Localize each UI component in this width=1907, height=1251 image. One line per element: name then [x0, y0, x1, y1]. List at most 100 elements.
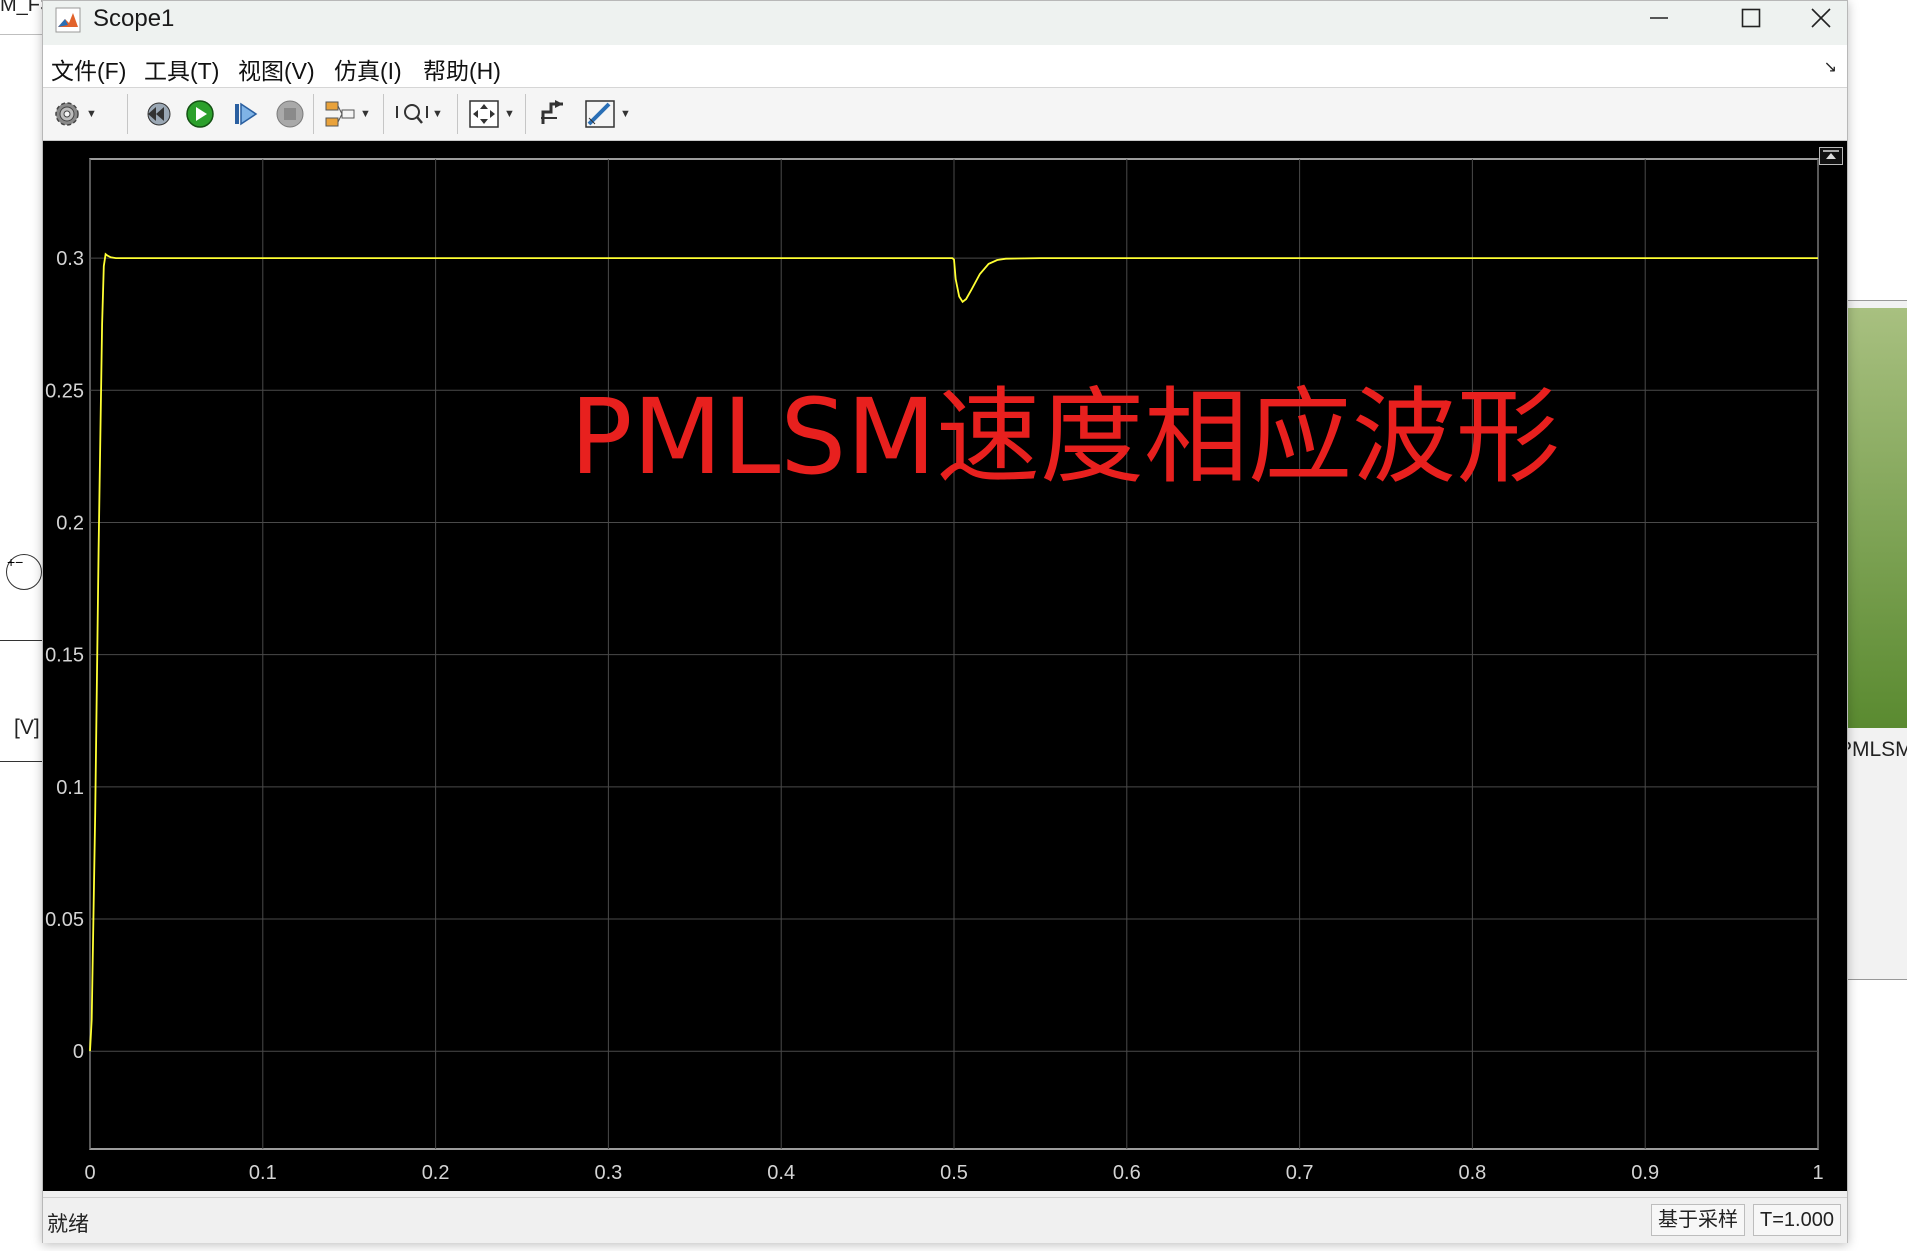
- x-tick-label: 0.7: [1286, 1162, 1314, 1184]
- title-bar[interactable]: Scope1: [43, 1, 1847, 45]
- data-point: [124, 258, 125, 259]
- data-point: [1645, 258, 1646, 259]
- data-point: [103, 265, 104, 266]
- step-forward-icon: [235, 102, 258, 126]
- x-tick-label: 0.6: [1113, 1162, 1141, 1184]
- data-point: [965, 299, 966, 300]
- settings-icon: [55, 102, 79, 126]
- data-point: [1299, 258, 1300, 259]
- zoom-icon: [396, 104, 428, 124]
- x-tick-label: 0: [84, 1162, 95, 1184]
- y-tick-label: 0.25: [45, 380, 84, 402]
- scope-axes[interactable]: 0 0.1 0.2 0.3 0.4 0.5 0.6 0.7 0.8 0.9 1 0 0.05 0.1 0.1…: [43, 141, 1847, 1191]
- data-point: [608, 258, 609, 259]
- maximize-button[interactable]: [1705, 1, 1797, 35]
- data-point: [959, 296, 960, 297]
- chevron-down-icon: ▼: [504, 108, 515, 120]
- zoom-button[interactable]: ▼: [395, 96, 443, 132]
- minimize-button[interactable]: [1613, 1, 1705, 35]
- maximize-icon: [1741, 8, 1761, 28]
- menu-simulation[interactable]: 仿真(I): [334, 52, 402, 86]
- data-point: [107, 255, 108, 256]
- data-point: [89, 1051, 90, 1052]
- x-tick-label: 0.1: [249, 1162, 277, 1184]
- sample-mode-indicator: 基于采样: [1651, 1204, 1745, 1236]
- chevron-down-icon: ▼: [432, 108, 443, 120]
- x-tick-label: 0.4: [767, 1162, 795, 1184]
- data-point: [781, 258, 782, 259]
- minimize-icon: [1650, 17, 1668, 19]
- chevron-down-icon: ▼: [360, 108, 371, 120]
- data-point: [105, 254, 106, 255]
- step-back-button[interactable]: [139, 96, 173, 132]
- menu-help[interactable]: 帮助(H): [423, 52, 501, 86]
- triggers-button[interactable]: [537, 96, 569, 132]
- scope-window: Scope1 文件(F) 工具(T) 视图(V) 仿真(I) 帮助(H) ↘ ▼: [42, 0, 1848, 1243]
- settings-button[interactable]: ▼: [51, 96, 97, 132]
- y-tick-label: 0: [73, 1041, 84, 1063]
- menu-file[interactable]: 文件(F): [51, 52, 126, 86]
- stop-icon: [276, 100, 304, 128]
- matlab-icon: [55, 7, 81, 33]
- close-button[interactable]: [1795, 1, 1847, 35]
- separator: [383, 94, 384, 134]
- data-point: [997, 259, 998, 260]
- data-point: [1472, 258, 1473, 259]
- step-forward-button[interactable]: [229, 96, 261, 132]
- menu-bar: 文件(F) 工具(T) 视图(V) 仿真(I) 帮助(H) ↘: [43, 45, 1847, 88]
- sum-signs: +−: [7, 554, 24, 570]
- data-point: [1126, 258, 1127, 259]
- cursor-measurements-button[interactable]: ▼: [583, 96, 631, 132]
- left-block[interactable]: [0, 640, 43, 762]
- sum-block[interactable]: +−: [6, 554, 42, 590]
- data-point: [91, 1019, 92, 1020]
- data-point: [962, 301, 963, 302]
- y-tick-label: 0.1: [56, 777, 84, 799]
- waveform-annotation: PMLSM速度相应波形: [570, 376, 1560, 498]
- data-point: [101, 324, 102, 325]
- close-icon: [1811, 8, 1831, 28]
- fit-to-view-button[interactable]: ▼: [467, 96, 515, 132]
- collapse-toolbar-arrow[interactable]: ↘: [1824, 57, 1837, 77]
- data-point: [971, 289, 972, 290]
- data-point: [953, 259, 954, 260]
- data-point: [95, 813, 96, 814]
- data-point: [1040, 258, 1041, 259]
- separator: [313, 94, 314, 134]
- x-tick-label: 0.5: [940, 1162, 968, 1184]
- signal-selector-button[interactable]: ▼: [323, 96, 371, 132]
- divider: [0, 34, 44, 35]
- data-point: [955, 279, 956, 280]
- separator: [525, 94, 526, 134]
- data-point: [98, 548, 99, 549]
- chevron-down-icon: ▼: [86, 108, 97, 120]
- y-tick-label: 0.15: [45, 645, 84, 667]
- toolbar: ▼ ▼ ▼ ▼ ▼: [43, 88, 1847, 141]
- data-point: [110, 257, 111, 258]
- window-title: Scope1: [93, 5, 175, 32]
- menu-view[interactable]: 视图(V): [238, 52, 315, 86]
- scope-plot-area[interactable]: 0 0.1 0.2 0.3 0.4 0.5 0.6 0.7 0.8 0.9 1 0 0.05 0.1 0.1…: [43, 141, 1847, 1191]
- data-point: [1817, 258, 1818, 259]
- chevron-down-icon: ▼: [620, 108, 631, 120]
- y-tick-label: 0.3: [56, 248, 84, 270]
- cursor-measurements-icon: [585, 100, 615, 128]
- x-tick-label: 1: [1812, 1162, 1823, 1184]
- run-icon: [186, 100, 214, 128]
- data-point: [988, 263, 989, 264]
- signal-selector-icon: [325, 101, 355, 127]
- x-tick-label: 0.8: [1458, 1162, 1486, 1184]
- stop-button[interactable]: [274, 96, 306, 132]
- data-point: [115, 258, 116, 259]
- run-button[interactable]: [184, 96, 216, 132]
- data-point: [952, 258, 953, 259]
- fit-to-view-icon: [469, 100, 499, 128]
- left-block-label: [V]: [14, 716, 40, 739]
- menu-tools[interactable]: 工具(T): [144, 52, 219, 86]
- x-tick-label: 0.3: [594, 1162, 622, 1184]
- triggers-icon: [541, 100, 563, 124]
- pmlsm-block[interactable]: [1848, 308, 1907, 728]
- data-point: [979, 273, 980, 274]
- x-tick-label: 0.9: [1631, 1162, 1659, 1184]
- separator: [127, 94, 128, 134]
